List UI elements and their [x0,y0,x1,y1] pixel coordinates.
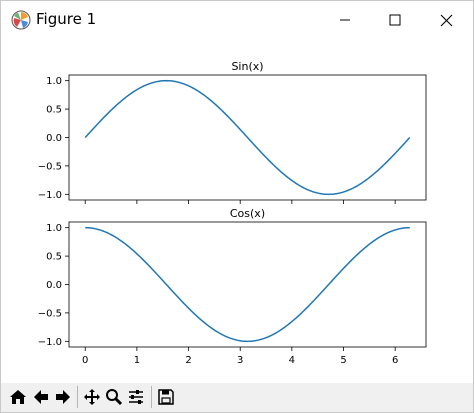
x-tick-label: 0 [82,355,88,366]
axes-frame [68,221,427,348]
y-tick-label: 1.0 [46,223,62,234]
figure-window: Figure 1 Sin(x) 1.0 0.5 0.0 −0.5 −1.0 Cos(x)… [0,0,474,413]
x-tick-label: 2 [185,355,191,366]
y-tick-label: 0.5 [46,252,62,263]
title-bar[interactable]: Figure 1 [1,1,473,39]
minimize-button[interactable] [321,1,369,39]
toolbar-separator [77,386,78,408]
zoom-button[interactable] [103,386,125,408]
sin-line [84,79,411,196]
y-tick-label: −0.5 [38,161,62,172]
forward-arrow-icon [56,390,70,404]
save-button[interactable] [155,386,177,408]
x-tick-label: 4 [289,355,295,366]
back-button[interactable] [30,386,52,408]
cos-line [85,226,410,343]
home-button[interactable] [7,386,29,408]
y-tick-label: −1.0 [38,190,62,201]
y-tick-label: 1.0 [46,76,62,87]
navigation-toolbar [1,383,473,412]
x-tick-label: 3 [237,355,243,366]
subplot-title: Cos(x) [230,207,265,220]
close-icon [440,14,452,26]
toolbar-separator [151,386,152,408]
forward-button[interactable] [52,386,74,408]
save-icon [158,389,174,405]
subplot-title: Sin(x) [231,60,263,73]
matplotlib-icon [11,10,31,30]
x-ticks [84,200,396,204]
x-tick-label: 5 [340,355,346,366]
x-tick-label: 6 [392,355,398,366]
maximize-icon [389,14,401,26]
y-tick-label: 0.5 [46,105,62,116]
configure-subplots-icon [129,390,143,404]
close-button[interactable] [422,1,470,39]
subplot-bottom: Cos(x) 1.0 0.5 0.0 −0.5 −1.0 0 1 2 3 4 5 6 [38,207,427,366]
maximize-button[interactable] [371,1,419,39]
home-icon [10,390,26,404]
subplot-top: Sin(x) 1.0 0.5 0.0 −0.5 −1.0 [38,60,427,204]
y-tick-label: 0.0 [46,133,62,144]
window-title: Figure 1 [36,10,97,28]
y-tick-label: −0.5 [38,308,62,319]
figure-svg: Sin(x) 1.0 0.5 0.0 −0.5 −1.0 Cos(x) 1.0 0.5 0.… [38,60,427,366]
pan-icon [84,389,100,405]
minimize-icon [340,19,350,21]
x-tick-label: 1 [134,355,140,366]
configure-subplots-button[interactable] [125,386,147,408]
zoom-icon [106,389,123,406]
y-tick-label: −1.0 [38,337,62,348]
pan-button[interactable] [81,386,103,408]
figure-canvas[interactable]: Sin(x) 1.0 0.5 0.0 −0.5 −1.0 Cos(x) 1.0 0.5 0.… [1,39,473,383]
y-tick-label: 0.0 [46,280,62,291]
y-ticks: 1.0 0.5 0.0 −0.5 −1.0 [38,223,69,348]
y-ticks: 1.0 0.5 0.0 −0.5 −1.0 [38,76,69,201]
back-arrow-icon [34,390,48,404]
x-ticks: 0 1 2 3 4 5 6 [82,347,398,366]
